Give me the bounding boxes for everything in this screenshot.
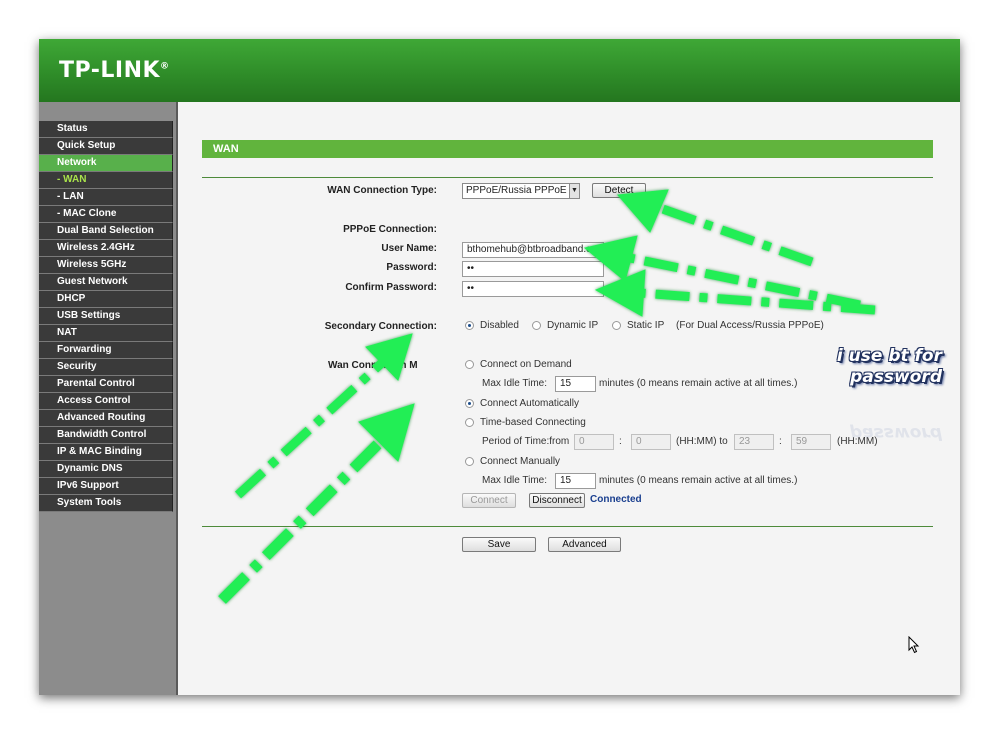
time-colon: :	[619, 436, 622, 447]
sidebar: Status Quick Setup Network - WAN - LAN - MAC …	[39, 102, 178, 695]
confirm-password-input[interactable]: ••	[462, 281, 604, 297]
annotation-text-reflection: password	[850, 423, 942, 443]
password-input[interactable]: ••	[462, 261, 604, 277]
hhmm-to-label: (HH:MM) to	[676, 436, 728, 447]
sidebar-item-forwarding[interactable]: Forwarding	[39, 342, 173, 359]
secondary-note: (For Dual Access/Russia PPPoE)	[676, 320, 824, 331]
password-label: Password:	[386, 262, 437, 273]
secondary-static-radio[interactable]	[612, 321, 621, 330]
main-content: WAN WAN Connection Type: PPPoE/Russia PP…	[178, 102, 960, 695]
max-idle-input-2[interactable]: 15	[555, 473, 596, 489]
connect-manually-radio[interactable]	[465, 457, 474, 466]
max-idle-input[interactable]: 15	[555, 376, 596, 392]
sidebar-item-nat[interactable]: NAT	[39, 325, 173, 342]
sidebar-item-lan[interactable]: - LAN	[39, 189, 173, 206]
max-idle-note: minutes (0 means remain active at all ti…	[599, 378, 798, 389]
confirm-password-label: Confirm Password:	[345, 282, 437, 293]
disconnect-button[interactable]: Disconnect	[529, 493, 585, 508]
divider-top	[202, 177, 933, 178]
connect-on-demand-radio[interactable]	[465, 360, 474, 369]
max-idle-label-2: Max Idle Time:	[482, 475, 548, 486]
save-button[interactable]: Save	[462, 537, 536, 552]
secondary-dynamic-label: Dynamic IP	[547, 320, 599, 331]
time-based-label: Time-based Connecting	[480, 417, 586, 428]
sidebar-item-dual-band-selection[interactable]: Dual Band Selection	[39, 223, 173, 240]
detect-button[interactable]: Detect	[592, 183, 646, 198]
secondary-disabled-radio[interactable]	[465, 321, 474, 330]
secondary-static-label: Static IP	[627, 320, 665, 331]
wan-type-select[interactable]: PPPoE/Russia PPPoE ▼	[462, 183, 580, 199]
sidebar-item-ip-mac-binding[interactable]: IP & MAC Binding	[39, 444, 173, 461]
secondary-disabled-label: Disabled	[480, 320, 519, 331]
max-idle-note-2: minutes (0 means remain active at all ti…	[599, 475, 798, 486]
sidebar-item-bandwidth-control[interactable]: Bandwidth Control	[39, 427, 173, 444]
sidebar-item-dynamic-dns[interactable]: Dynamic DNS	[39, 461, 173, 478]
sidebar-item-wan[interactable]: - WAN	[39, 172, 173, 189]
sidebar-item-dhcp[interactable]: DHCP	[39, 291, 173, 308]
advanced-button[interactable]: Advanced	[548, 537, 621, 552]
username-label: User Name:	[381, 243, 437, 254]
from-hour-input[interactable]: 0	[574, 434, 614, 450]
tp-link-logo: TP-LINK®	[59, 58, 170, 83]
connect-button[interactable]: Connect	[462, 493, 516, 508]
secondary-connection-label: Secondary Connection:	[324, 321, 437, 332]
connect-automatically-radio[interactable]	[465, 399, 474, 408]
to-hour-input[interactable]: 23	[734, 434, 774, 450]
chevron-down-icon: ▼	[569, 184, 579, 198]
header-banner: TP-LINK®	[39, 39, 960, 102]
sidebar-item-quick-setup[interactable]: Quick Setup	[39, 138, 173, 155]
sidebar-item-guest-network[interactable]: Guest Network	[39, 274, 173, 291]
sidebar-item-mac-clone[interactable]: - MAC Clone	[39, 206, 173, 223]
sidebar-item-system-tools[interactable]: System Tools	[39, 495, 173, 512]
sidebar-item-ipv6-support[interactable]: IPv6 Support	[39, 478, 173, 495]
sidebar-item-advanced-routing[interactable]: Advanced Routing	[39, 410, 173, 427]
connect-automatically-label: Connect Automatically	[480, 398, 579, 409]
wan-type-label: WAN Connection Type:	[327, 185, 437, 196]
sidebar-item-access-control[interactable]: Access Control	[39, 393, 173, 410]
annotation-text: i use bt for password	[836, 346, 942, 387]
divider-bottom	[202, 526, 933, 527]
sidebar-item-parental-control[interactable]: Parental Control	[39, 376, 173, 393]
max-idle-label: Max Idle Time:	[482, 378, 548, 389]
secondary-dynamic-radio[interactable]	[532, 321, 541, 330]
sidebar-item-network[interactable]: Network	[39, 155, 173, 172]
username-input[interactable]: bthomehub@btbroadband.cc	[462, 242, 604, 258]
connection-status: Connected	[590, 494, 642, 505]
time-based-radio[interactable]	[465, 418, 474, 427]
page-title: WAN	[202, 140, 933, 158]
period-label: Period of Time:from	[482, 436, 570, 447]
sidebar-item-security[interactable]: Security	[39, 359, 173, 376]
time-colon: :	[779, 436, 782, 447]
sidebar-item-wireless-2-4ghz[interactable]: Wireless 2.4GHz	[39, 240, 173, 257]
pppoe-heading: PPPoE Connection:	[343, 224, 437, 235]
from-minute-input[interactable]: 0	[631, 434, 671, 450]
mouse-cursor-icon	[908, 636, 920, 654]
sidebar-menu: Status Quick Setup Network - WAN - LAN - MAC …	[39, 121, 173, 512]
sidebar-item-status[interactable]: Status	[39, 121, 173, 138]
sidebar-item-wireless-5ghz[interactable]: Wireless 5GHz	[39, 257, 173, 274]
connect-on-demand-label: Connect on Demand	[480, 359, 572, 370]
sidebar-item-usb-settings[interactable]: USB Settings	[39, 308, 173, 325]
connect-manually-label: Connect Manually	[480, 456, 561, 467]
